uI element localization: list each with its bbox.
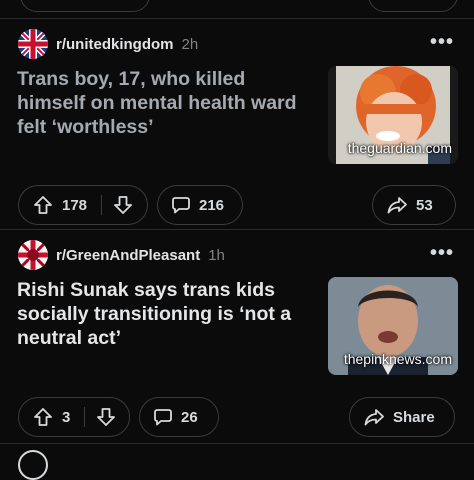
share-count: 53 — [416, 196, 433, 214]
comment-count: 216 — [199, 196, 225, 214]
thumbnail-domain: thepinknews.com — [343, 351, 452, 367]
subreddit-name[interactable]: r/GreenAndPleasant — [56, 247, 200, 264]
post-age: 2h — [181, 35, 199, 53]
vote-separator — [84, 407, 85, 427]
next-post-avatar[interactable] — [18, 450, 48, 480]
share-label: Share — [393, 408, 435, 426]
post-card[interactable]: r/GreenAndPleasant 1h ••• Rishi Sunak sa… — [0, 230, 474, 444]
post-card[interactable]: r/unitedkingdom 2h ••• Trans boy, 17, wh… — [0, 19, 474, 235]
downvote-button[interactable] — [96, 407, 116, 427]
post-title[interactable]: Trans boy, 17, who killed himself on men… — [17, 67, 317, 139]
previous-post-share-pill[interactable] — [368, 0, 458, 12]
previous-post-vote-pill[interactable] — [20, 0, 150, 12]
downvote-button[interactable] — [113, 195, 133, 215]
thumbnail-domain: theguardian.com — [347, 140, 452, 156]
upvote-count: 178 — [62, 196, 88, 214]
post-title[interactable]: Rishi Sunak says trans kids socially tra… — [17, 278, 317, 350]
upvote-button[interactable]: 178 — [33, 195, 87, 215]
share-action[interactable]: Share — [364, 407, 435, 427]
post-header: r/unitedkingdom 2h — [18, 29, 198, 59]
upvote-button[interactable]: 3 — [33, 407, 70, 427]
share-icon — [364, 409, 384, 426]
upvote-icon — [34, 408, 52, 426]
post-divider — [0, 443, 474, 444]
downvote-icon — [114, 196, 132, 214]
post-header: r/GreenAndPleasant 1h — [18, 240, 225, 270]
comment-count: 26 — [181, 408, 198, 426]
comment-icon — [172, 197, 190, 214]
share-icon — [387, 197, 407, 214]
more-dots-icon[interactable]: ••• — [430, 31, 454, 54]
subreddit-avatar-icon[interactable] — [18, 240, 48, 270]
downvote-icon — [97, 408, 115, 426]
upvote-icon — [34, 196, 52, 214]
post-thumbnail[interactable]: theguardian.com — [328, 66, 458, 164]
post-thumbnail[interactable]: thepinknews.com — [328, 277, 458, 375]
more-dots-icon[interactable]: ••• — [430, 242, 454, 265]
comment-icon — [154, 409, 172, 426]
subreddit-avatar-icon[interactable] — [18, 29, 48, 59]
comment-action[interactable]: 26 — [153, 407, 198, 427]
subreddit-name[interactable]: r/unitedkingdom — [56, 36, 174, 53]
comment-action[interactable]: 216 — [171, 195, 224, 215]
upvote-count: 3 — [62, 408, 71, 426]
share-action[interactable]: 53 — [387, 195, 433, 215]
post-age: 1h — [208, 246, 225, 264]
vote-separator — [101, 195, 102, 215]
